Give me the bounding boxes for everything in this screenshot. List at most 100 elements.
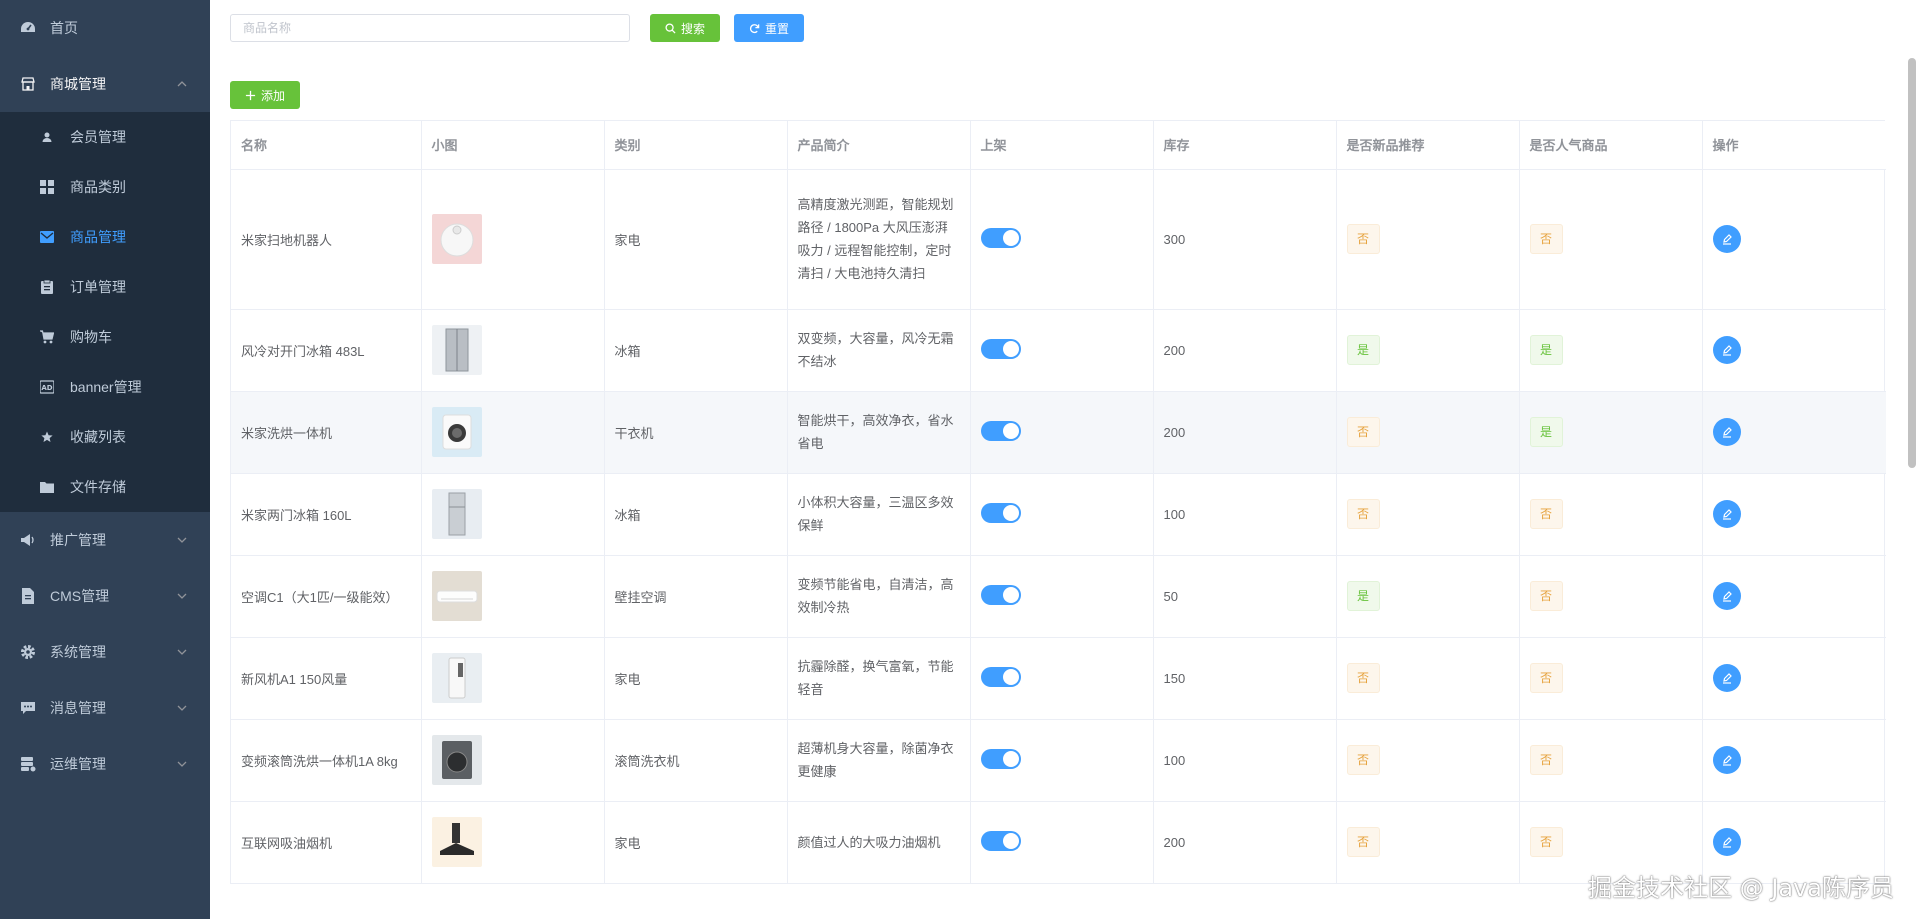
on-shelf-toggle[interactable] <box>980 748 1021 769</box>
edit-button[interactable] <box>1712 500 1741 528</box>
sidebar-item-favorites[interactable]: 收藏列表 <box>0 412 210 462</box>
on-shelf-toggle[interactable] <box>980 420 1021 441</box>
is-new-cell: 否 <box>1336 391 1520 474</box>
menu-message[interactable]: 消息管理 <box>0 680 210 736</box>
edit-icon <box>1722 509 1732 520</box>
column-header: 是否新品推荐 <box>1336 121 1520 170</box>
on-shelf-toggle[interactable] <box>980 830 1021 851</box>
is-hot-tag: 是 <box>1529 417 1563 447</box>
is-new-cell: 否 <box>1336 169 1520 310</box>
is-hot-tag: 否 <box>1529 224 1563 254</box>
product-stock: 200 <box>1153 309 1337 392</box>
range-hood-thumbnail <box>431 817 482 867</box>
product-name: 米家洗烘一体机 <box>231 391 422 474</box>
menu-home-label: 首页 <box>50 20 78 36</box>
product-name: 米家两门冰箱 160L <box>231 473 422 556</box>
is-hot-tag: 是 <box>1529 335 1563 365</box>
product-name: 互联网吸油烟机 <box>231 801 422 884</box>
plus-icon <box>245 90 256 100</box>
product-thumbnail <box>421 637 605 720</box>
product-thumbnail <box>421 169 605 310</box>
edit-button[interactable] <box>1712 746 1741 774</box>
menu-message-label: 消息管理 <box>50 700 106 716</box>
is-hot-tag: 否 <box>1529 499 1563 529</box>
menu-ops[interactable]: 运维管理 <box>0 736 210 792</box>
on-shelf-toggle[interactable] <box>980 666 1021 687</box>
mail-icon <box>40 230 54 244</box>
document-icon <box>20 588 36 604</box>
edit-button[interactable] <box>1712 582 1741 610</box>
product-description: 变频节能省电，自清洁，高效制冷热 <box>787 555 971 638</box>
is-new-tag: 是 <box>1346 581 1380 611</box>
table-row: 米家扫地机器人 家电 高精度激光测距，智能规划路径 / 1800Pa 大风压澎湃… <box>231 169 1886 310</box>
drum-washer-thumbnail <box>431 735 482 785</box>
chevron-down-icon <box>176 702 188 714</box>
sidebar-item-label: 购物车 <box>70 329 112 345</box>
sidebar-item-banner[interactable]: AD banner管理 <box>0 362 210 412</box>
on-shelf-toggle[interactable] <box>980 227 1021 248</box>
menu-cms-label: CMS管理 <box>50 588 110 604</box>
two-door-fridge-thumbnail <box>431 489 482 539</box>
column-header: 是否人气商品 <box>1519 121 1703 170</box>
is-hot-tag: 否 <box>1529 827 1563 857</box>
actions-cell <box>1702 555 1886 638</box>
sidebar-item-label: 会员管理 <box>70 129 126 145</box>
menu-system-label: 系统管理 <box>50 644 106 660</box>
sidebar-item-categories[interactable]: 商品类别 <box>0 162 210 212</box>
on-shelf-toggle[interactable] <box>980 584 1021 605</box>
edit-button[interactable] <box>1712 225 1741 253</box>
menu-mall-label: 商城管理 <box>50 76 106 92</box>
product-description: 高精度激光测距，智能规划路径 / 1800Pa 大风压澎湃吸力 / 远程智能控制… <box>787 169 971 310</box>
menu-promo[interactable]: 推广管理 <box>0 512 210 568</box>
product-name-input[interactable] <box>230 14 630 42</box>
search-button[interactable]: 搜索 <box>650 14 721 42</box>
chevron-down-icon <box>176 646 188 658</box>
menu-mall[interactable]: 商城管理 <box>0 56 210 112</box>
sidebar-item-members[interactable]: 会员管理 <box>0 112 210 162</box>
menu-home[interactable]: 首页 <box>0 0 210 56</box>
sidebar-item-orders[interactable]: 订单管理 <box>0 262 210 312</box>
product-thumbnail <box>421 555 605 638</box>
sidebar-item-cart[interactable]: 购物车 <box>0 312 210 362</box>
edit-button[interactable] <box>1712 828 1741 856</box>
menu-ops-label: 运维管理 <box>50 756 106 772</box>
vertical-scrollbar[interactable] <box>1908 58 1916 468</box>
on-shelf-toggle[interactable] <box>980 338 1021 359</box>
edit-button[interactable] <box>1712 418 1741 446</box>
product-category: 冰箱 <box>604 473 788 556</box>
column-header: 上架 <box>970 121 1154 170</box>
sidebar-item-label: 商品类别 <box>70 179 126 195</box>
table-row: 米家洗烘一体机 干衣机 智能烘干，高效净衣，省水省电 200 否 是 <box>231 391 1886 474</box>
air-purifier-thumbnail <box>431 653 482 703</box>
edit-button[interactable] <box>1712 664 1741 692</box>
product-description: 双变频，大容量，风冷无霜不结冰 <box>787 309 971 392</box>
sidebar-item-label: 订单管理 <box>70 279 126 295</box>
reset-button[interactable]: 重置 <box>734 14 805 42</box>
on-shelf-cell <box>970 169 1154 310</box>
is-hot-tag: 否 <box>1529 581 1563 611</box>
sidebar-item-files[interactable]: 文件存储 <box>0 462 210 512</box>
menu-cms[interactable]: CMS管理 <box>0 568 210 624</box>
product-stock: 200 <box>1153 391 1337 474</box>
search-bar: 搜索 重置 <box>230 14 805 42</box>
edit-button[interactable] <box>1712 336 1741 364</box>
product-category: 家电 <box>604 169 788 310</box>
edit-icon <box>1722 345 1732 356</box>
column-header: 操作 <box>1702 121 1886 170</box>
is-hot-cell: 是 <box>1519 391 1703 474</box>
actions-cell <box>1702 637 1886 720</box>
folder-icon <box>40 480 54 494</box>
sidebar-item-products[interactable]: 商品管理 <box>0 212 210 262</box>
is-new-tag: 否 <box>1346 827 1380 857</box>
is-new-tag: 是 <box>1346 335 1380 365</box>
on-shelf-toggle[interactable] <box>980 502 1021 523</box>
table-header-row: 名称 小图 类别 产品简介 上架 库存 是否新品推荐 是否人气商品 操作 <box>231 121 1886 170</box>
grid-icon <box>40 180 54 194</box>
product-description: 小体积大容量，三温区多效保鲜 <box>787 473 971 556</box>
cart-icon <box>40 330 54 344</box>
menu-system[interactable]: 系统管理 <box>0 624 210 680</box>
product-name: 新风机A1 150风量 <box>231 637 422 720</box>
is-hot-cell: 否 <box>1519 555 1703 638</box>
add-button[interactable]: 添加 <box>230 81 301 109</box>
product-stock: 100 <box>1153 719 1337 802</box>
